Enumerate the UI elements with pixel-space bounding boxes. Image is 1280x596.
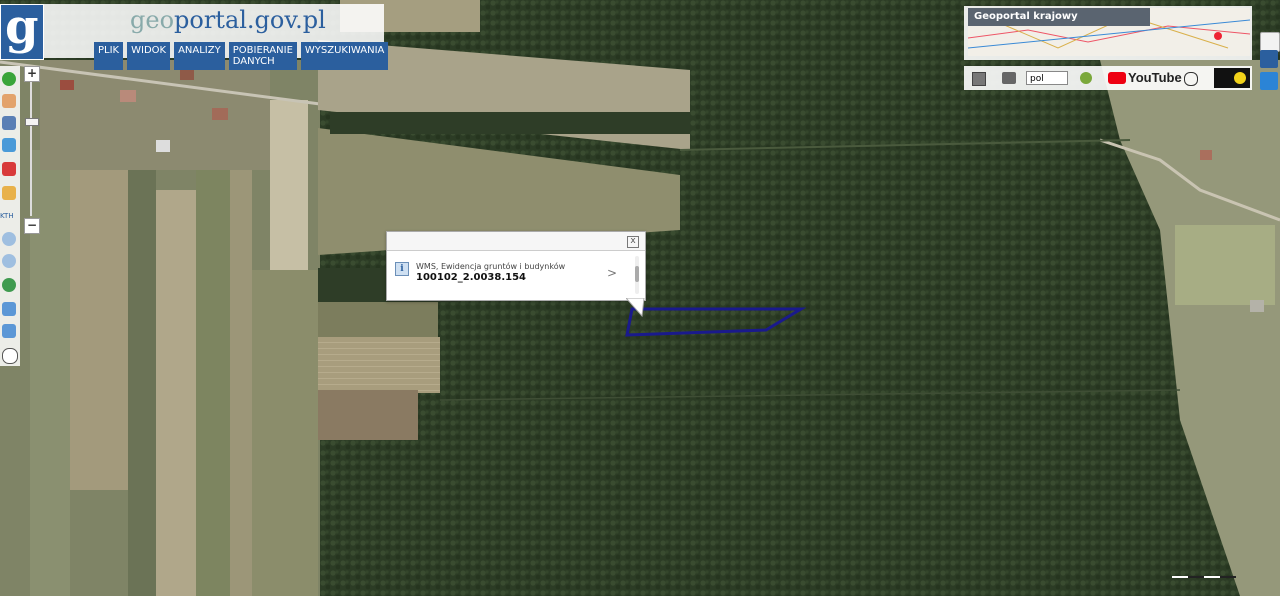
- close-icon[interactable]: x: [627, 236, 639, 248]
- menu-item-plik[interactable]: PLIK: [94, 42, 124, 70]
- identify-popup: x i WMS, Ewidencja gruntów i budynków 10…: [386, 231, 646, 301]
- popup-header: x: [387, 232, 645, 251]
- menu-item-widok[interactable]: WIDOK: [127, 42, 171, 70]
- layer-add-icon[interactable]: [2, 138, 16, 152]
- measure-icon[interactable]: KTH: [0, 212, 14, 220]
- brand-bar: geoportal.gov.pl PLIK WIDOK ANALIZY POBI…: [44, 4, 389, 70]
- popup-layer-name: WMS, Ewidencja gruntów i budynków: [416, 262, 566, 271]
- info-icon: i: [395, 262, 409, 276]
- scale-bar: [1172, 576, 1236, 578]
- side-panel-button-1[interactable]: [1260, 32, 1280, 52]
- menu-item-wyszukiwania[interactable]: WYSZUKIWANIA: [300, 42, 389, 70]
- youtube-link[interactable]: YouTube: [1128, 70, 1182, 85]
- info-icon[interactable]: [2, 72, 16, 86]
- print-icon[interactable]: [1002, 72, 1016, 84]
- popup-pointer: [626, 298, 645, 318]
- forward-arrow-icon[interactable]: [2, 324, 16, 338]
- menu-item-analizy[interactable]: ANALIZY: [174, 42, 225, 70]
- menu-item-pobieranie-danych[interactable]: POBIERANIE DANYCH: [228, 42, 297, 70]
- zoom-slider[interactable]: + −: [24, 66, 40, 234]
- zoom-in-icon[interactable]: [2, 232, 16, 246]
- zoom-out-icon[interactable]: [2, 254, 16, 268]
- zoom-in-button[interactable]: +: [24, 66, 40, 82]
- geoportal-logo[interactable]: g: [0, 0, 44, 60]
- zoom-out-button[interactable]: −: [24, 218, 40, 234]
- high-contrast-icon[interactable]: [1214, 68, 1250, 88]
- chevron-right-icon[interactable]: >: [607, 266, 617, 280]
- hand-pan-icon[interactable]: [2, 94, 16, 108]
- help-icon[interactable]: [1080, 72, 1092, 84]
- layers-list-icon[interactable]: [2, 116, 16, 130]
- logo-letter: g: [5, 0, 39, 55]
- popup-scrollbar[interactable]: [635, 256, 639, 294]
- eye-icon[interactable]: [1260, 72, 1278, 90]
- popup-parcel-id[interactable]: 100102_2.0038.154: [416, 272, 526, 283]
- legend-icon[interactable]: [972, 72, 986, 86]
- left-toolbar: KTH: [0, 66, 20, 366]
- main-menu: PLIK WIDOK ANALIZY POBIERANIE DANYCH WYS…: [94, 42, 389, 70]
- youtube-icon[interactable]: [1108, 72, 1126, 84]
- globe-icon[interactable]: [2, 278, 16, 292]
- zoom-track[interactable]: [30, 82, 32, 216]
- language-select[interactable]: pol: [1026, 71, 1068, 85]
- accessibility-icon[interactable]: [1184, 72, 1198, 86]
- zoom-thumb[interactable]: [25, 118, 39, 126]
- crosshair-icon[interactable]: [2, 348, 18, 364]
- overview-location-marker: [1214, 32, 1222, 40]
- site-title[interactable]: geoportal.gov.pl: [130, 6, 326, 34]
- layer-remove-icon[interactable]: [2, 162, 16, 176]
- back-arrow-icon[interactable]: [2, 302, 16, 316]
- side-panel-button-2[interactable]: [1260, 50, 1278, 68]
- site-title-rest: portal.gov.pl: [174, 6, 326, 34]
- pencil-icon[interactable]: [2, 186, 16, 200]
- overview-map-title: Geoportal krajowy: [968, 8, 1150, 26]
- site-title-prefix: geo: [130, 6, 175, 34]
